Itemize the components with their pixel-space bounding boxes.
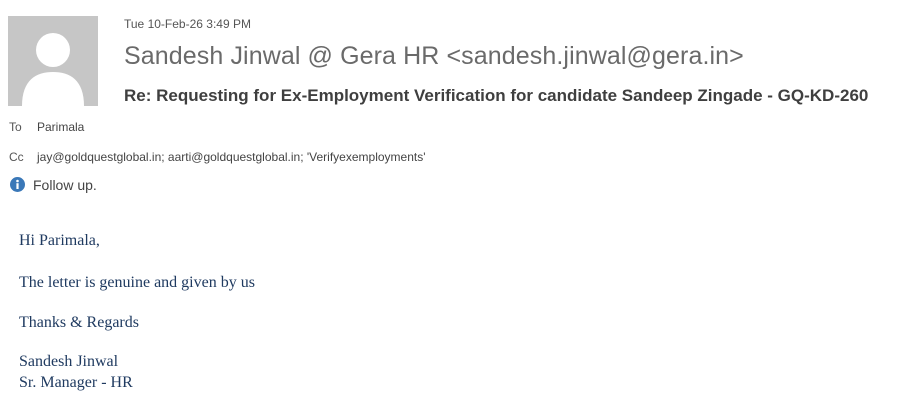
to-recipients[interactable]: Parimala [37, 120, 84, 134]
cc-label: Cc [9, 150, 24, 164]
email-subject: Re: Requesting for Ex-Employment Verific… [124, 86, 869, 105]
sender-name[interactable]: Sandesh Jinwal @ Gera HR <sandesh.jinwal… [124, 42, 744, 71]
signature-title: Sr. Manager - HR [19, 374, 133, 391]
sent-timestamp: Tue 10-Feb-26 3:49 PM [124, 17, 251, 31]
message-line: The letter is genuine and given by us [19, 274, 255, 291]
greeting-line: Hi Parimala, [19, 232, 100, 249]
closing-line: Thanks & Regards [19, 314, 139, 331]
signature-name: Sandesh Jinwal [19, 353, 119, 370]
sender-avatar[interactable] [8, 16, 98, 106]
person-icon [8, 16, 98, 106]
follow-up-flag-text: Follow up. [33, 177, 97, 193]
info-icon [10, 177, 25, 192]
to-label: To [9, 120, 22, 134]
cc-recipients[interactable]: jay@goldquestglobal.in; aarti@goldquestg… [37, 150, 426, 164]
